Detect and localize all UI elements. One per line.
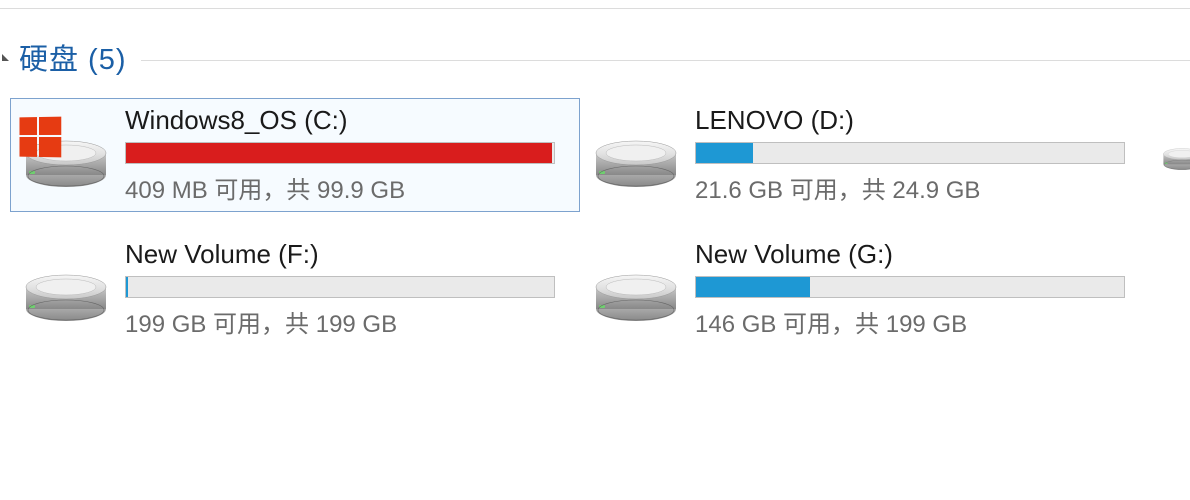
hard-drive-icon xyxy=(1162,121,1190,189)
drive-name: LENOVO (D:) xyxy=(695,105,1141,136)
drive-usage-fill xyxy=(696,277,810,297)
drive-icon xyxy=(587,255,685,323)
drive-status: 199 GB 可用，共 199 GB xyxy=(125,304,571,339)
drive-name: New Volume (F:) xyxy=(125,239,571,270)
drive-info: Windows8_OS (C:) 409 MB 可用，共 99.9 GB xyxy=(115,105,571,205)
drive-item[interactable]: New Volume (F:) 199 GB 可用，共 199 GB xyxy=(10,232,580,346)
drive-icon xyxy=(17,121,115,189)
drive-info: New Volume (F:) 199 GB 可用，共 199 GB xyxy=(115,239,571,339)
drive-usage-fill xyxy=(696,143,753,163)
windows-logo-icon xyxy=(19,117,61,158)
drive-info: LENOVO (D:) 21.6 GB 可用，共 24.9 GB xyxy=(685,105,1141,205)
drive-status: 21.6 GB 可用，共 24.9 GB xyxy=(695,170,1141,205)
drives-grid: Windows8_OS (C:) 409 MB 可用，共 99.9 GB LENO… xyxy=(10,98,1190,346)
drive-status: 146 GB 可用，共 199 GB xyxy=(695,304,1141,339)
drive-item-partial[interactable] xyxy=(1150,98,1190,212)
drive-info: New Volume (G:) 146 GB 可用，共 199 GB xyxy=(685,239,1141,339)
drive-status: 409 MB 可用，共 99.9 GB xyxy=(125,170,571,205)
top-divider xyxy=(0,8,1190,9)
drive-usage-bar xyxy=(695,276,1125,298)
drive-name: Windows8_OS (C:) xyxy=(125,105,571,136)
drive-usage-bar xyxy=(125,142,555,164)
drive-usage-fill xyxy=(126,143,552,163)
drive-item[interactable]: Windows8_OS (C:) 409 MB 可用，共 99.9 GB xyxy=(10,98,580,212)
drive-usage-bar xyxy=(125,276,555,298)
collapse-triangle-icon[interactable] xyxy=(2,54,9,61)
drive-icon xyxy=(587,121,685,189)
section-divider xyxy=(141,60,1190,61)
drive-name: New Volume (G:) xyxy=(695,239,1141,270)
drive-item[interactable]: LENOVO (D:) 21.6 GB 可用，共 24.9 GB xyxy=(580,98,1150,212)
section-header[interactable]: 硬盘 (5) xyxy=(0,36,1190,78)
drive-usage-fill xyxy=(126,277,128,297)
drive-icon xyxy=(17,255,115,323)
section-title: 硬盘 (5) xyxy=(19,36,127,78)
drive-usage-bar xyxy=(695,142,1125,164)
drive-item[interactable]: New Volume (G:) 146 GB 可用，共 199 GB xyxy=(580,232,1150,346)
